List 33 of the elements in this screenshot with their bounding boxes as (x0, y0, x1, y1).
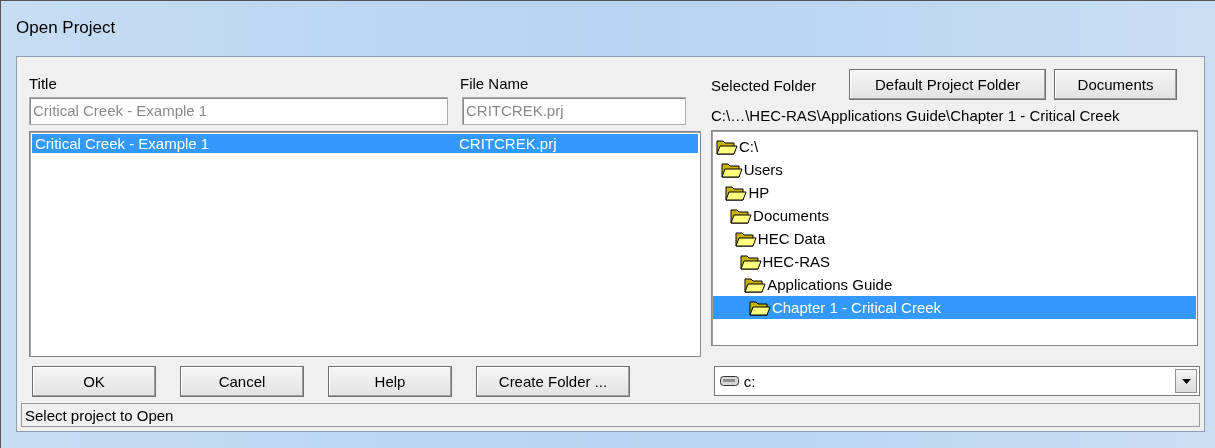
folder-icon (739, 253, 762, 270)
ok-button[interactable]: OK (32, 365, 156, 397)
folder-icon (748, 299, 771, 316)
folder-icon (744, 276, 767, 293)
folder-tree-item[interactable]: Users (713, 158, 1196, 181)
default-project-folder-button[interactable]: Default Project Folder (849, 69, 1046, 100)
folder-tree-item[interactable]: HP (713, 181, 1196, 204)
help-button[interactable]: Help (328, 365, 452, 397)
create-folder-button[interactable]: Create Folder ... (476, 365, 630, 397)
folder-icon (730, 207, 753, 224)
caret-icon[interactable] (1175, 369, 1197, 393)
drive-icon (719, 375, 740, 387)
folder-icon (716, 138, 738, 155)
project-title: Critical Creek - Example 1 (34, 135, 211, 152)
selected-folder-path: C:\…\HEC-RAS\Applications Guide\Chapter 1 - Critical Creek (711, 105, 1121, 126)
documents-button[interactable]: Documents (1054, 69, 1177, 100)
window-title: Open Project (16, 18, 116, 39)
status-bar: Select project to Open (21, 403, 1200, 427)
folder-tree-item[interactable]: C:\ (713, 135, 1196, 158)
folder-tree-item[interactable]: HEC Data (713, 227, 1196, 250)
drive-dropdown[interactable]: c: (713, 366, 1200, 396)
folder-tree-item[interactable]: HEC-RAS (713, 250, 1196, 273)
folder-icon (720, 161, 743, 178)
project-file-name: CRITCREK.prj (459, 135, 557, 152)
drive-value: c: (743, 372, 757, 390)
folder-icon (725, 184, 748, 201)
folder-tree-item[interactable]: Applications Guide (713, 273, 1196, 296)
cancel-button[interactable]: Cancel (180, 365, 304, 397)
folder-icon (734, 230, 757, 247)
selected-folder-label: Selected Folder (711, 77, 818, 96)
title-label: Title (29, 75, 58, 92)
file-name-label: File Name (460, 75, 529, 92)
folder-tree-item[interactable]: Documents (713, 204, 1196, 227)
